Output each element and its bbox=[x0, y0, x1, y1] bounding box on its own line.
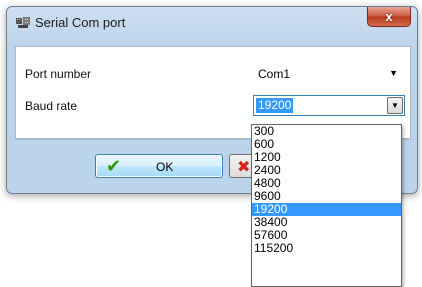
x-cancel-icon: ✖ bbox=[237, 159, 251, 176]
ok-button[interactable]: ✔ OK bbox=[95, 154, 223, 178]
close-icon: x bbox=[385, 9, 393, 24]
baud-option[interactable]: 300 bbox=[252, 125, 401, 138]
baud-rate-label: Baud rate bbox=[25, 99, 78, 113]
port-number-label: Port number bbox=[25, 67, 92, 81]
baud-rate-dropdown-list[interactable]: 300 600 1200 2400 4800 9600 19200 38400 57600 115… bbox=[251, 124, 402, 287]
title-bar[interactable]: Serial Com port x bbox=[7, 7, 417, 37]
window-title: Serial Com port bbox=[35, 15, 126, 30]
port-number-value: Com1 bbox=[258, 67, 291, 81]
baud-rate-value: 19200 bbox=[256, 98, 294, 113]
chevron-down-icon: ▼ bbox=[389, 68, 398, 78]
checkmark-icon: ✔ bbox=[106, 156, 122, 176]
close-button[interactable]: x bbox=[367, 7, 411, 27]
baud-option[interactable]: 115200 bbox=[252, 242, 401, 255]
cancel-button[interactable]: ✖ bbox=[229, 154, 253, 178]
ok-button-label: OK bbox=[156, 160, 174, 174]
baud-rate-select[interactable]: 19200 ▼ bbox=[253, 95, 405, 116]
serial-port-icon bbox=[16, 17, 30, 28]
port-number-select[interactable]: Com1 ▼ bbox=[253, 63, 405, 84]
chevron-down-icon[interactable]: ▼ bbox=[387, 97, 403, 114]
